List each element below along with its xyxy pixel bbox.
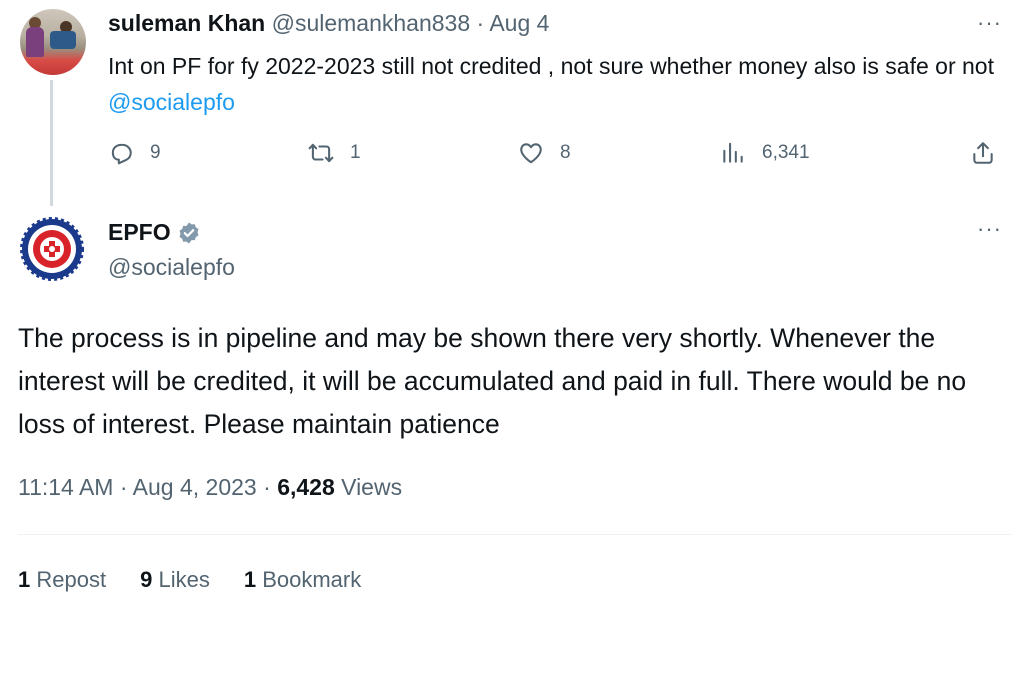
repost-button[interactable]: 1	[308, 140, 361, 166]
tweet-date[interactable]: Aug 4, 2023	[133, 474, 257, 500]
reply-header: suleman Khan @sulemankhan838 · Aug 4	[108, 10, 549, 37]
reply-count: 9	[150, 142, 161, 163]
like-count: 8	[560, 142, 571, 163]
repost-icon	[308, 143, 334, 163]
meta-separator: ·	[476, 10, 485, 36]
tweet-thread: suleman Khan @sulemankhan838 · Aug 4 ···…	[0, 0, 1024, 683]
bookmarks-count: 1	[243, 567, 257, 592]
mention-link[interactable]: @socialepfo	[108, 89, 235, 115]
likes-stat[interactable]: 9 Likes	[140, 567, 210, 593]
avatar-figure	[50, 31, 76, 49]
engagement-stats: 1 Repost 9 Likes 1 Bookmark	[18, 567, 361, 593]
like-icon	[520, 143, 542, 164]
meta-separator: ·	[263, 474, 271, 500]
repost-count: 1	[350, 142, 361, 163]
bookmarks-stat[interactable]: 1 Bookmark	[244, 567, 361, 593]
verified-badge-icon	[179, 222, 199, 243]
author-handle[interactable]: @sulemankhan838	[272, 10, 471, 36]
likes-count: 9	[140, 567, 153, 592]
author-handle[interactable]: @socialepfo	[108, 254, 235, 281]
avatar-figure	[26, 27, 44, 57]
author-name[interactable]: EPFO	[108, 219, 171, 246]
action-bar: 9 1 8 6,341	[108, 140, 998, 176]
reply-icon	[111, 143, 132, 165]
views-count: 6,341	[762, 142, 810, 163]
avatar-suleman[interactable]	[20, 9, 86, 75]
like-button[interactable]: 8	[518, 140, 571, 166]
reply-button[interactable]: 9	[108, 140, 161, 166]
meta-separator: ·	[119, 474, 128, 500]
tweet-time[interactable]: 11:14 AM	[18, 474, 113, 500]
share-icon	[973, 142, 993, 164]
reply-text: Int on PF for fy 2022-2023 still not cre…	[108, 48, 1008, 120]
views-button[interactable]: 6,341	[720, 140, 810, 166]
avatar-epfo-logo[interactable]	[20, 217, 84, 281]
reposts-stat[interactable]: 1 Repost	[18, 567, 106, 593]
views-count: 6,428	[277, 474, 335, 500]
likes-label: Likes	[158, 567, 210, 592]
author-name[interactable]: suleman Khan	[108, 10, 265, 36]
epfo-logo-icon	[20, 217, 84, 281]
thread-connector	[50, 80, 53, 206]
tweet-text: The process is in pipeline and may be sh…	[18, 323, 967, 439]
reply-body: Int on PF for fy 2022-2023 still not cre…	[108, 53, 994, 79]
more-options-button[interactable]: ···	[977, 218, 1002, 240]
author-name-row: EPFO	[108, 219, 201, 246]
tweet-date[interactable]: Aug 4	[489, 10, 549, 36]
tweet-meta: 11:14 AM · Aug 4, 2023 · 6,428 Views	[18, 474, 402, 501]
views-label: Views	[341, 474, 403, 500]
bookmarks-label: Bookmark	[262, 567, 362, 592]
divider	[18, 534, 1012, 535]
views-icon	[723, 142, 743, 163]
share-button[interactable]	[970, 140, 996, 166]
reposts-label: Repost	[36, 567, 107, 592]
more-options-button[interactable]: ···	[977, 12, 1002, 34]
reposts-count: 1	[18, 567, 31, 592]
